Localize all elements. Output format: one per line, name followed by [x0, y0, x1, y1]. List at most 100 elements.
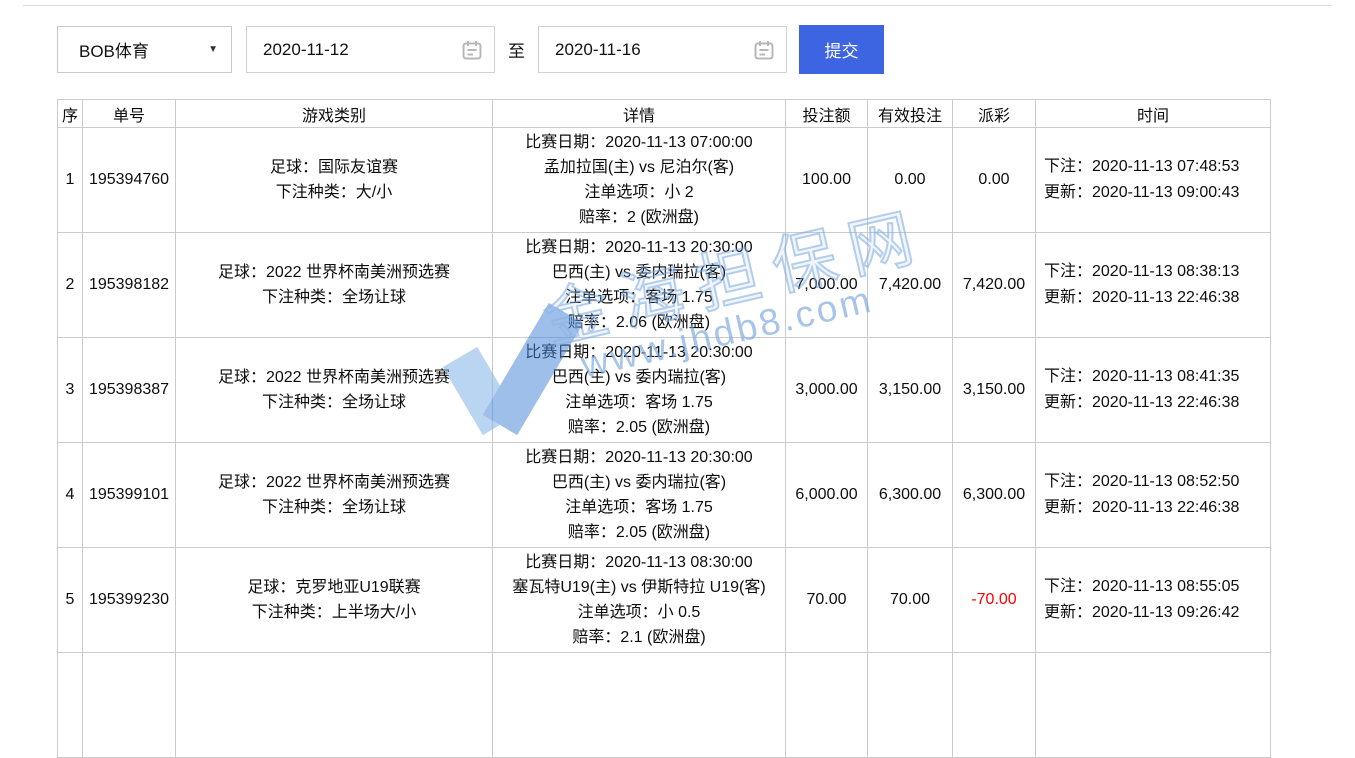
category-line: 足球：2022 世界杯南美洲预选赛	[176, 365, 492, 390]
table-row: 4 195399101 足球：2022 世界杯南美洲预选赛 下注种类：全场让球 …	[58, 443, 1271, 548]
time-line: 下注：2020-11-13 08:41:35	[1044, 364, 1270, 390]
col-header-category: 游戏类别	[176, 100, 493, 128]
time-cell: 下注：2020-11-13 08:38:13 更新：2020-11-13 22:…	[1036, 233, 1271, 338]
category-cell: 足球：2022 世界杯南美洲预选赛 下注种类：全场让球	[176, 443, 493, 548]
detail-cell: 比赛日期：2020-11-13 08:30:00 塞瓦特U19(主) vs 伊斯…	[493, 548, 786, 653]
valid-bet-cell	[868, 653, 953, 758]
seq-cell	[58, 653, 83, 758]
category-cell: 足球：2022 世界杯南美洲预选赛 下注种类：全场让球	[176, 233, 493, 338]
detail-line: 巴西(主) vs 委内瑞拉(客)	[493, 365, 785, 390]
time-line: 下注：2020-11-13 08:55:05	[1044, 574, 1270, 600]
detail-line: 注单选项：客场 1.75	[493, 495, 785, 520]
table-row: 1 195394760 足球：国际友谊赛 下注种类：大/小 比赛日期：2020-…	[58, 128, 1271, 233]
game-select[interactable]: BOB体育 ▼	[57, 26, 232, 73]
category-line: 下注种类：全场让球	[176, 285, 492, 310]
submit-button[interactable]: 提交	[799, 25, 884, 74]
detail-cell: 比赛日期：2020-11-13 20:30:00 巴西(主) vs 委内瑞拉(客…	[493, 338, 786, 443]
col-header-bet-amount: 投注额	[786, 100, 868, 128]
time-line: 更新：2020-11-13 22:46:38	[1044, 390, 1270, 416]
seq-cell: 3	[58, 338, 83, 443]
table-row-partial	[58, 653, 1271, 758]
detail-line: 注单选项：客场 1.75	[493, 285, 785, 310]
category-line: 足球：克罗地亚U19联赛	[176, 575, 492, 600]
detail-line: 赔率：2.05 (欧洲盘)	[493, 520, 785, 545]
category-cell: 足球：国际友谊赛 下注种类：大/小	[176, 128, 493, 233]
time-line: 下注：2020-11-13 08:52:50	[1044, 469, 1270, 495]
bet-records-table: 序 单号 游戏类别 详情 投注额 有效投注 派彩 时间 1 195394760 …	[57, 99, 1271, 758]
category-line: 足球：2022 世界杯南美洲预选赛	[176, 470, 492, 495]
category-line: 下注种类：全场让球	[176, 390, 492, 415]
detail-line: 注单选项：小 2	[493, 180, 785, 205]
detail-line: 注单选项：客场 1.75	[493, 390, 785, 415]
order-no-cell: 195399101	[83, 443, 176, 548]
bet-amount-cell: 70.00	[786, 548, 868, 653]
valid-bet-cell: 3,150.00	[868, 338, 953, 443]
order-no-cell: 195399230	[83, 548, 176, 653]
category-line: 足球：2022 世界杯南美洲预选赛	[176, 260, 492, 285]
category-cell: 足球：克罗地亚U19联赛 下注种类：上半场大/小	[176, 548, 493, 653]
col-header-seq: 序	[58, 100, 83, 128]
table-row: 3 195398387 足球：2022 世界杯南美洲预选赛 下注种类：全场让球 …	[58, 338, 1271, 443]
calendar-icon[interactable]	[753, 39, 775, 61]
table-row: 5 195399230 足球：克罗地亚U19联赛 下注种类：上半场大/小 比赛日…	[58, 548, 1271, 653]
table-row: 2 195398182 足球：2022 世界杯南美洲预选赛 下注种类：全场让球 …	[58, 233, 1271, 338]
payout-cell: 7,420.00	[953, 233, 1036, 338]
detail-cell: 比赛日期：2020-11-13 20:30:00 巴西(主) vs 委内瑞拉(客…	[493, 443, 786, 548]
time-cell: 下注：2020-11-13 08:41:35 更新：2020-11-13 22:…	[1036, 338, 1271, 443]
time-line: 更新：2020-11-13 09:00:43	[1044, 180, 1270, 206]
payout-cell: 3,150.00	[953, 338, 1036, 443]
order-no-cell: 195398182	[83, 233, 176, 338]
time-cell: 下注：2020-11-13 08:52:50 更新：2020-11-13 22:…	[1036, 443, 1271, 548]
date-from-value: 2020-11-12	[263, 40, 349, 60]
detail-line: 孟加拉国(主) vs 尼泊尔(客)	[493, 155, 785, 180]
detail-line: 巴西(主) vs 委内瑞拉(客)	[493, 470, 785, 495]
time-cell	[1036, 653, 1271, 758]
order-no-cell: 195398387	[83, 338, 176, 443]
detail-line: 注单选项：小 0.5	[493, 600, 785, 625]
detail-line: 赔率：2.05 (欧洲盘)	[493, 415, 785, 440]
bet-amount-cell: 7,000.00	[786, 233, 868, 338]
detail-cell	[493, 653, 786, 758]
detail-line: 比赛日期：2020-11-13 20:30:00	[493, 235, 785, 260]
calendar-icon[interactable]	[461, 39, 483, 61]
seq-cell: 5	[58, 548, 83, 653]
category-line: 下注种类：大/小	[176, 180, 492, 205]
bet-amount-cell: 3,000.00	[786, 338, 868, 443]
payout-cell: 6,300.00	[953, 443, 1036, 548]
time-line: 下注：2020-11-13 07:48:53	[1044, 154, 1270, 180]
date-to-value: 2020-11-16	[555, 40, 641, 60]
category-cell: 足球：2022 世界杯南美洲预选赛 下注种类：全场让球	[176, 338, 493, 443]
chevron-down-icon: ▼	[208, 44, 218, 55]
category-cell	[176, 653, 493, 758]
seq-cell: 2	[58, 233, 83, 338]
bet-amount-cell: 100.00	[786, 128, 868, 233]
game-select-value: BOB体育	[79, 37, 149, 62]
col-header-detail: 详情	[493, 100, 786, 128]
to-label: 至	[508, 37, 525, 62]
order-no-cell	[83, 653, 176, 758]
payout-cell: 0.00	[953, 128, 1036, 233]
detail-line: 比赛日期：2020-11-13 07:00:00	[493, 130, 785, 155]
valid-bet-cell: 0.00	[868, 128, 953, 233]
order-no-cell: 195394760	[83, 128, 176, 233]
col-header-time: 时间	[1036, 100, 1271, 128]
detail-line: 赔率：2.1 (欧洲盘)	[493, 625, 785, 650]
detail-line: 比赛日期：2020-11-13 20:30:00	[493, 445, 785, 470]
seq-cell: 1	[58, 128, 83, 233]
time-line: 更新：2020-11-13 22:46:38	[1044, 495, 1270, 521]
bet-amount-cell: 6,000.00	[786, 443, 868, 548]
bet-amount-cell	[786, 653, 868, 758]
detail-line: 比赛日期：2020-11-13 08:30:00	[493, 550, 785, 575]
detail-line: 巴西(主) vs 委内瑞拉(客)	[493, 260, 785, 285]
category-line: 下注种类：全场让球	[176, 495, 492, 520]
time-cell: 下注：2020-11-13 08:55:05 更新：2020-11-13 09:…	[1036, 548, 1271, 653]
time-line: 下注：2020-11-13 08:38:13	[1044, 259, 1270, 285]
detail-cell: 比赛日期：2020-11-13 20:30:00 巴西(主) vs 委内瑞拉(客…	[493, 233, 786, 338]
valid-bet-cell: 7,420.00	[868, 233, 953, 338]
date-from-input[interactable]: 2020-11-12	[246, 26, 495, 73]
date-to-input[interactable]: 2020-11-16	[538, 26, 787, 73]
category-line: 足球：国际友谊赛	[176, 155, 492, 180]
seq-cell: 4	[58, 443, 83, 548]
detail-line: 塞瓦特U19(主) vs 伊斯特拉 U19(客)	[493, 575, 785, 600]
payout-cell	[953, 653, 1036, 758]
